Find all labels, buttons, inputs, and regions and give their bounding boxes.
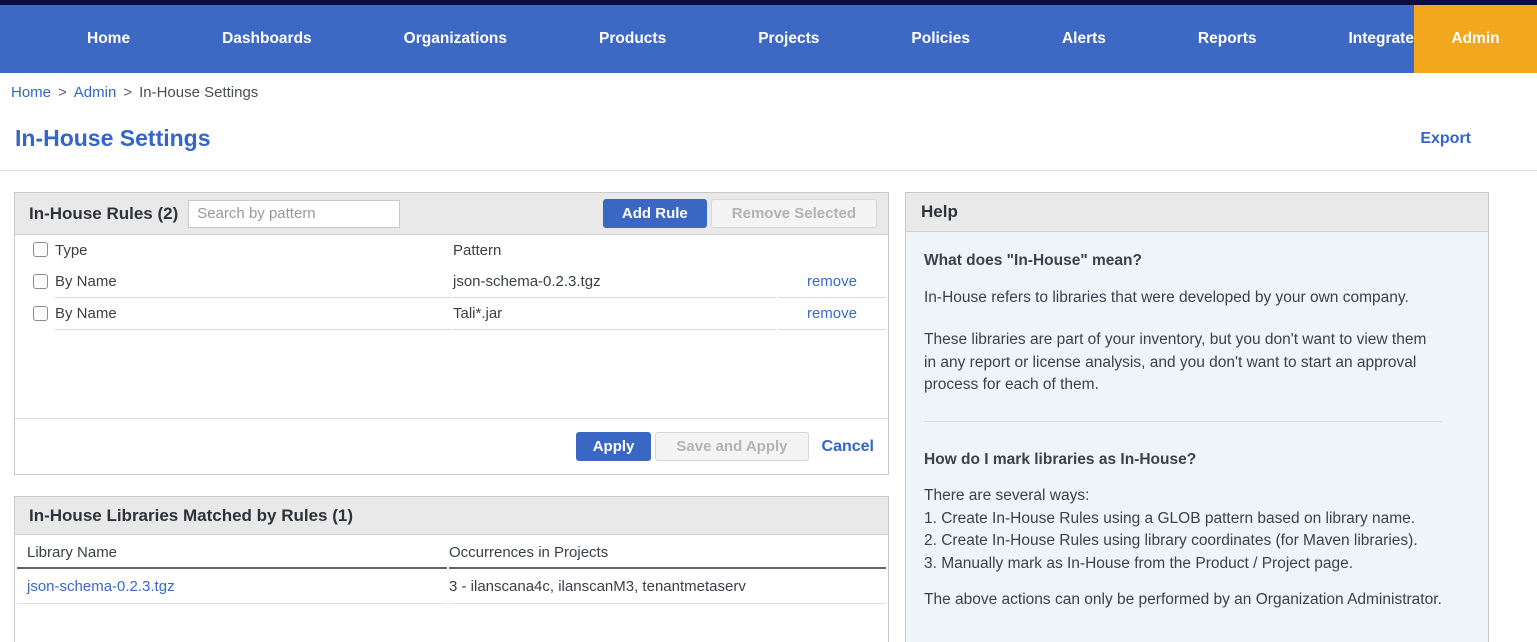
apply-button[interactable]: Apply (576, 432, 652, 461)
nav-item-organizations[interactable]: Organizations (404, 30, 507, 48)
help-panel: Help What does "In-House" mean? In-House… (905, 192, 1489, 642)
remove-rule-link[interactable]: remove (807, 273, 857, 290)
rule-row: By Name json-schema-0.2.3.tgz remove (17, 266, 886, 298)
nav-items: Home Dashboards Organizations Products P… (0, 5, 1414, 73)
rule-pattern: Tali*.jar (453, 298, 776, 330)
rules-panel-header: In-House Rules (2) Add Rule Remove Selec… (15, 193, 888, 235)
rules-table: Type Pattern By Name json-schema-0.2.3.t… (15, 235, 888, 330)
rule-type: By Name (55, 266, 451, 298)
rule-type: By Name (55, 298, 451, 330)
column-header-type: Type (55, 235, 451, 266)
rules-panel-title: In-House Rules (2) (29, 204, 178, 224)
libraries-panel-title: In-House Libraries Matched by Rules (1) (29, 506, 353, 526)
rule-checkbox[interactable] (33, 306, 48, 321)
help-paragraph-2: These libraries are part of your invento… (924, 329, 1442, 397)
help-list-item-1: 1. Create In-House Rules using a GLOB pa… (924, 508, 1442, 531)
nav-item-policies[interactable]: Policies (911, 30, 970, 48)
nav-item-alerts[interactable]: Alerts (1062, 30, 1106, 48)
libraries-panel-header: In-House Libraries Matched by Rules (1) (15, 497, 888, 535)
right-column: Help What does "In-House" mean? In-House… (905, 192, 1489, 642)
page-header: In-House Settings Export (0, 109, 1537, 170)
breadcrumb-current: In-House Settings (139, 84, 258, 101)
nav-item-admin-active[interactable]: Admin (1414, 5, 1537, 73)
library-row: json-schema-0.2.3.tgz 3 - ilanscana4c, i… (17, 569, 886, 604)
help-paragraph-3: There are several ways: (924, 485, 1442, 508)
rule-row: By Name Tali*.jar remove (17, 298, 886, 330)
breadcrumb-admin-link[interactable]: Admin (74, 84, 117, 101)
library-name-link[interactable]: json-schema-0.2.3.tgz (27, 578, 175, 595)
in-house-rules-panel: In-House Rules (2) Add Rule Remove Selec… (14, 192, 889, 475)
column-header-pattern: Pattern (453, 235, 776, 266)
libraries-table-header-row: Library Name Occurrences in Projects (17, 535, 886, 569)
select-all-checkbox[interactable] (33, 242, 48, 257)
nav-item-home[interactable]: Home (87, 30, 130, 48)
save-and-apply-button[interactable]: Save and Apply (655, 432, 808, 461)
nav-item-dashboards[interactable]: Dashboards (222, 30, 312, 48)
help-paragraph-1: In-House refers to libraries that were d… (924, 287, 1442, 310)
rules-empty-space (15, 330, 888, 418)
nav-item-integrate[interactable]: Integrate (1349, 30, 1414, 48)
remove-rule-link[interactable]: remove (807, 305, 857, 322)
help-list-item-3: 3. Manually mark as In-House from the Pr… (924, 553, 1442, 576)
page-title: In-House Settings (15, 125, 211, 152)
breadcrumb-home-link[interactable]: Home (11, 84, 51, 101)
nav-item-projects[interactable]: Projects (758, 30, 819, 48)
left-column: In-House Rules (2) Add Rule Remove Selec… (14, 192, 889, 642)
breadcrumb-separator: > (58, 84, 67, 101)
nav-item-reports[interactable]: Reports (1198, 30, 1257, 48)
help-list-item-2: 2. Create In-House Rules using library c… (924, 530, 1442, 553)
library-occurrences: 3 - ilanscana4c, ilanscanM3, tenantmetas… (449, 569, 886, 604)
add-rule-button[interactable]: Add Rule (603, 199, 707, 228)
help-divider (924, 421, 1442, 422)
help-body: What does "In-House" mean? In-House refe… (906, 232, 1488, 642)
rule-pattern: json-schema-0.2.3.tgz (453, 266, 776, 298)
help-question-2: How do I mark libraries as In-House? (924, 449, 1442, 472)
column-header-occurrences: Occurrences in Projects (449, 535, 886, 569)
breadcrumb: Home > Admin > In-House Settings (0, 73, 1537, 109)
remove-selected-button[interactable]: Remove Selected (711, 199, 877, 228)
help-question-1: What does "In-House" mean? (924, 250, 1442, 273)
help-panel-title: Help (921, 202, 958, 222)
rules-table-header-row: Type Pattern (17, 235, 886, 266)
nav-item-products[interactable]: Products (599, 30, 666, 48)
main-content: In-House Rules (2) Add Rule Remove Selec… (0, 171, 1537, 642)
libraries-table: Library Name Occurrences in Projects jso… (15, 535, 888, 604)
rules-footer: Apply Save and Apply Cancel (15, 418, 888, 474)
help-panel-header: Help (906, 193, 1488, 232)
main-navbar: Home Dashboards Organizations Products P… (0, 5, 1537, 73)
help-paragraph-4: The above actions can only be performed … (924, 589, 1442, 612)
matched-libraries-panel: In-House Libraries Matched by Rules (1) … (14, 496, 889, 642)
search-pattern-input[interactable] (188, 200, 400, 228)
export-link[interactable]: Export (1420, 130, 1471, 148)
cancel-link[interactable]: Cancel (822, 438, 874, 456)
rule-checkbox[interactable] (33, 274, 48, 289)
column-header-library-name: Library Name (17, 535, 447, 569)
breadcrumb-separator: > (123, 84, 132, 101)
